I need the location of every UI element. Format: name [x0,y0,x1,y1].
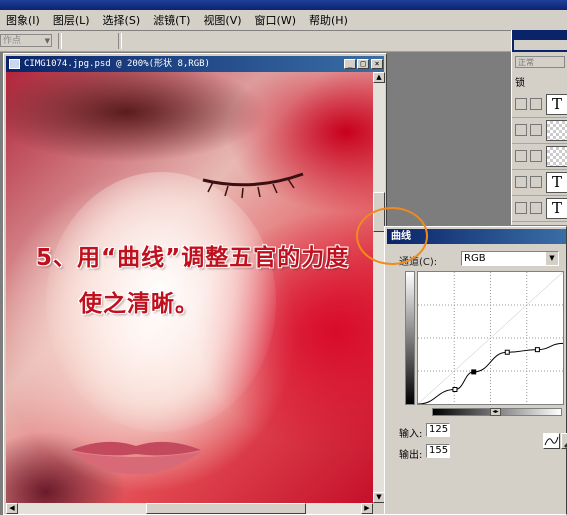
maximize-icon[interactable]: □ [357,59,369,69]
pencil-mode-button[interactable] [561,433,567,449]
eye-icon[interactable] [515,124,527,136]
curve-points[interactable] [452,347,540,393]
image-canvas[interactable]: 5、用“曲线”调整五官的力度 使之清晰。 [6,72,373,503]
curve-plot[interactable] [417,271,564,405]
layer-thumbnail: T [546,94,567,115]
layer-row[interactable] [512,144,567,170]
link-icon[interactable] [530,202,542,214]
menu-window[interactable]: 窗口(W) [249,12,303,28]
layer-row[interactable]: T [512,170,567,196]
output-gradient-bar [405,271,415,405]
scroll-left-icon[interactable]: ◀ [6,503,18,514]
layers-panel-header[interactable] [512,30,567,52]
document-title: CIMG1074.jpg.psd @ 200%(形状 8,RGB) [24,59,210,69]
eye-icon[interactable] [515,98,527,110]
close-icon[interactable]: × [371,59,383,69]
chevron-down-icon[interactable]: ▼ [546,252,558,265]
tool-mode-value: 作点 [3,36,22,46]
scroll-right-icon[interactable]: ▶ [361,503,373,514]
layer-thumbnail: T [546,198,567,219]
menu-filter[interactable]: 滤镜(T) [147,12,197,28]
menu-layer[interactable]: 图层(L) [47,12,97,28]
curve-mode-icon [544,436,559,446]
output-label: 输出: [399,450,423,461]
link-icon[interactable] [530,150,542,162]
curve-mode-button[interactable] [543,433,560,449]
tutorial-caption-line-2: 使之清晰。 [79,291,199,317]
link-icon[interactable] [530,124,542,136]
pencil-icon [564,443,567,448]
gradient-toggle-icon[interactable]: ◂▸ [490,408,501,416]
curve-line[interactable] [417,342,564,405]
horizontal-scroll-thumb[interactable] [146,503,306,514]
eyelash-graphic [202,172,304,199]
eye-icon[interactable] [515,176,527,188]
menu-help[interactable]: 帮助(H) [303,12,355,28]
layer-row[interactable]: T [512,196,567,222]
output-field[interactable]: 155 [426,444,450,458]
eye-icon[interactable] [515,150,527,162]
layer-thumbnail [546,120,567,141]
menu-image[interactable]: 图象(I) [0,12,47,28]
menu-select[interactable]: 选择(S) [97,12,148,28]
toolbar-divider [118,33,122,49]
options-bar: 作点 ▼ [0,31,567,52]
curve-control-point[interactable] [452,387,458,393]
lock-label: 锁 [515,78,525,89]
document-window: CIMG1074.jpg.psd @ 200%(形状 8,RGB) _ □ × … [3,53,387,515]
channel-select[interactable]: RGB ▼ [461,251,559,266]
input-field[interactable]: 125 [426,423,450,437]
chevron-down-icon: ▼ [44,37,50,45]
layer-row[interactable]: T [512,92,567,118]
curve-graph[interactable] [417,271,564,405]
layer-thumbnail: T [546,172,567,193]
layers-panel: 正常 锁 T T T [511,30,567,225]
link-icon[interactable] [530,176,542,188]
tutorial-caption-line-1: 5、用“曲线”调整五官的力度 [36,245,350,271]
panel-tabs[interactable] [514,40,567,50]
tool-mode-select[interactable]: 作点 ▼ [0,34,52,47]
horizontal-scrollbar[interactable]: ◀ ▶ [6,503,373,514]
scroll-up-icon[interactable]: ▲ [373,72,385,83]
minimize-icon[interactable]: _ [344,59,356,69]
menu-bar: 图象(I) 图层(L) 选择(S) 滤镜(T) 视图(V) 窗口(W) 帮助(H… [0,10,567,31]
blend-mode-select[interactable]: 正常 [515,56,565,68]
curve-control-point[interactable] [504,349,510,355]
document-title-bar[interactable]: CIMG1074.jpg.psd @ 200%(形状 8,RGB) _ □ × [6,56,384,72]
eye-icon[interactable] [515,202,527,214]
lips-graphic [71,441,201,475]
channel-value: RGB [464,253,486,264]
layer-row[interactable] [512,118,567,144]
layer-thumbnail [546,146,567,167]
toolbar-divider [58,33,62,49]
input-label: 输入: [399,429,423,440]
document-icon [9,59,20,69]
link-icon[interactable] [530,98,542,110]
annotation-circle [356,207,428,265]
menu-view[interactable]: 视图(V) [197,12,248,28]
curve-control-point[interactable] [534,347,540,353]
app-title-bar [0,0,567,10]
curve-control-point[interactable] [471,369,477,375]
curves-dialog: 曲线 通道(C): RGB ▼ ◂▸ 输入: 125 输出: 155 [384,226,567,515]
